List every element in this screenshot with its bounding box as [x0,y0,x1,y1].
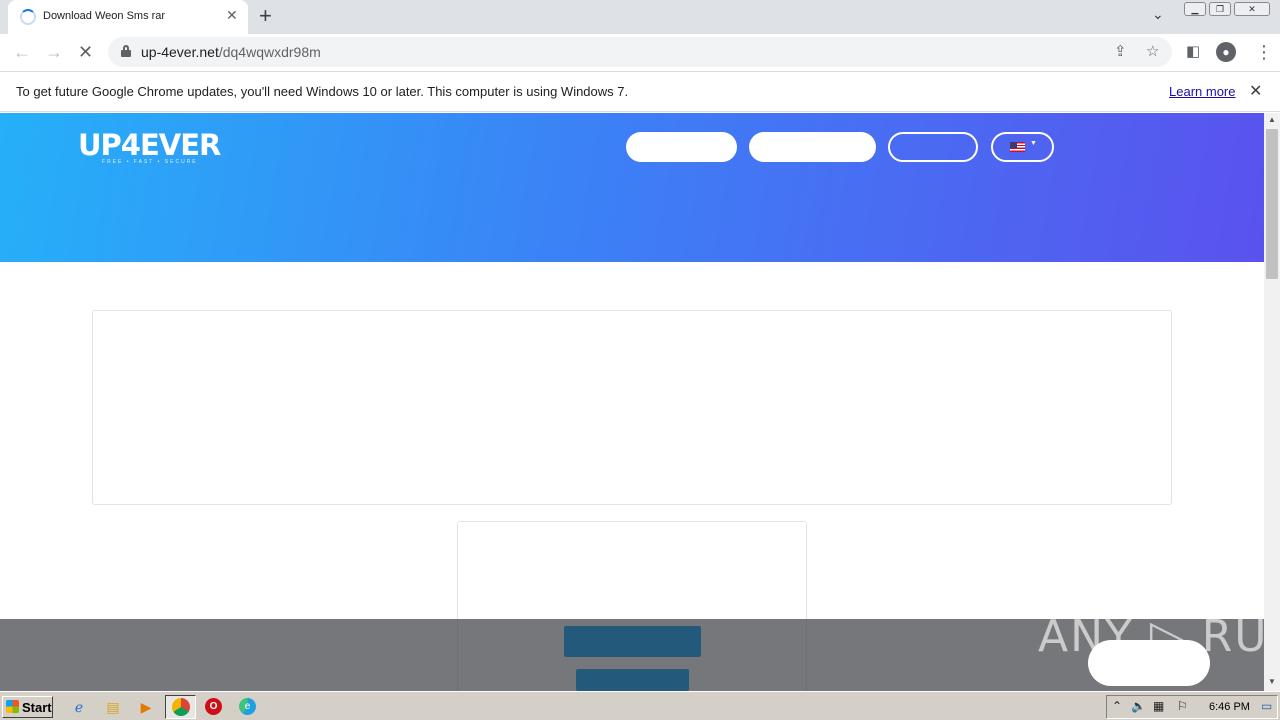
volume-icon[interactable]: 🔈 [1131,699,1146,713]
side-panel-icon[interactable]: ◧ [1186,42,1200,62]
logo-text: UP4EVER [78,128,221,162]
download-button[interactable] [564,626,701,657]
language-selector[interactable]: ▼ [991,132,1054,162]
caret-down-icon: ▼ [1030,140,1037,147]
media-player-icon[interactable]: ▶ [137,698,155,716]
infobar-close-icon[interactable]: ✕ [1249,81,1262,101]
window-close-button[interactable]: ✕ [1234,2,1270,16]
scroll-up-arrow-icon[interactable]: ▲ [1268,115,1276,124]
windows-taskbar: Start ℯ ▤ ▶ O e ⌃ 🔈 ▦ ⚐ 6:46 PM ▭ [0,691,1280,720]
url-path: /dq4wqwxdr98m [218,44,321,60]
logo-tagline: FREE • FAST • SECURE [102,159,198,165]
action-center-flag-icon[interactable]: ⚐ [1177,699,1188,713]
stop-loading-icon[interactable]: ✕ [78,42,93,62]
page-viewport: UP4EVER FREE • FAST • SECURE ▼ ANY ▷ RUN [0,113,1264,691]
system-tray: ⌃ 🔈 ▦ ⚐ 6:46 PM ▭ [1106,695,1278,719]
tray-expand-icon[interactable]: ⌃ [1112,699,1122,713]
tab-close-icon[interactable]: ✕ [226,7,238,24]
windows-logo-icon [6,700,19,713]
tab-strip: Download Weon Sms rar ✕ + ⌄ ▁ ❐ ✕ [0,0,1280,34]
us-flag-icon [1010,142,1025,152]
lock-icon[interactable] [121,45,131,57]
site-logo[interactable]: UP4EVER FREE • FAST • SECURE [78,128,221,165]
nav-button-2[interactable] [749,132,876,162]
site-header: UP4EVER FREE • FAST • SECURE ▼ [0,113,1264,262]
nav-button-outline[interactable] [888,132,978,162]
profile-avatar-icon[interactable]: ● [1216,42,1236,62]
menu-kebab-icon[interactable]: ⋮ [1255,42,1273,62]
nav-button-1[interactable] [626,132,737,162]
new-tab-button[interactable]: + [259,4,272,28]
restore-button[interactable]: ❐ [1209,2,1231,16]
taskbar-clock[interactable]: 6:46 PM [1209,701,1250,713]
learn-more-link[interactable]: Learn more [1169,84,1235,99]
browser-tab[interactable]: Download Weon Sms rar ✕ [8,0,248,34]
chrome-icon [172,698,190,716]
address-bar[interactable]: up-4ever.net/dq4wqwxdr98m ⇪ ☆ [108,37,1172,67]
show-desktop-icon[interactable]: ▭ [1261,699,1272,713]
scroll-down-arrow-icon[interactable]: ▼ [1268,677,1276,686]
secondary-download-button[interactable] [576,669,689,691]
bookmark-star-icon[interactable]: ☆ [1146,42,1159,60]
share-icon[interactable]: ⇪ [1114,42,1127,60]
ad-placeholder [92,310,1172,505]
url-host: up-4ever.net [141,44,219,60]
vertical-scrollbar[interactable]: ▲ ▼ [1264,113,1280,691]
tab-search-chevron-icon[interactable]: ⌄ [1152,6,1164,23]
update-infobar: To get future Google Chrome updates, you… [0,72,1280,112]
url-text[interactable]: up-4ever.net/dq4wqwxdr98m [141,44,321,60]
infobar-message: To get future Google Chrome updates, you… [16,84,629,99]
edge-icon[interactable]: e [239,698,256,715]
browser-toolbar: ← → ✕ up-4ever.net/dq4wqwxdr98m ⇪ ☆ ◧ ● … [0,34,1280,72]
anyrun-watermark: ANY ▷ RUN [1038,611,1264,662]
loading-spinner-icon [20,9,36,25]
tab-title: Download Weon Sms rar [43,10,166,22]
start-button[interactable]: Start [2,696,53,718]
network-icon[interactable]: ▦ [1153,699,1164,713]
back-arrow-icon[interactable]: ← [13,42,31,62]
forward-arrow-icon[interactable]: → [45,42,63,62]
chrome-taskbar-item[interactable] [165,695,196,719]
file-explorer-icon[interactable]: ▤ [104,698,122,716]
scroll-thumb[interactable] [1266,129,1278,279]
start-label: Start [22,700,52,715]
opera-icon[interactable]: O [205,698,222,715]
minimize-button[interactable]: ▁ [1184,2,1206,16]
internet-explorer-icon[interactable]: ℯ [70,698,88,716]
